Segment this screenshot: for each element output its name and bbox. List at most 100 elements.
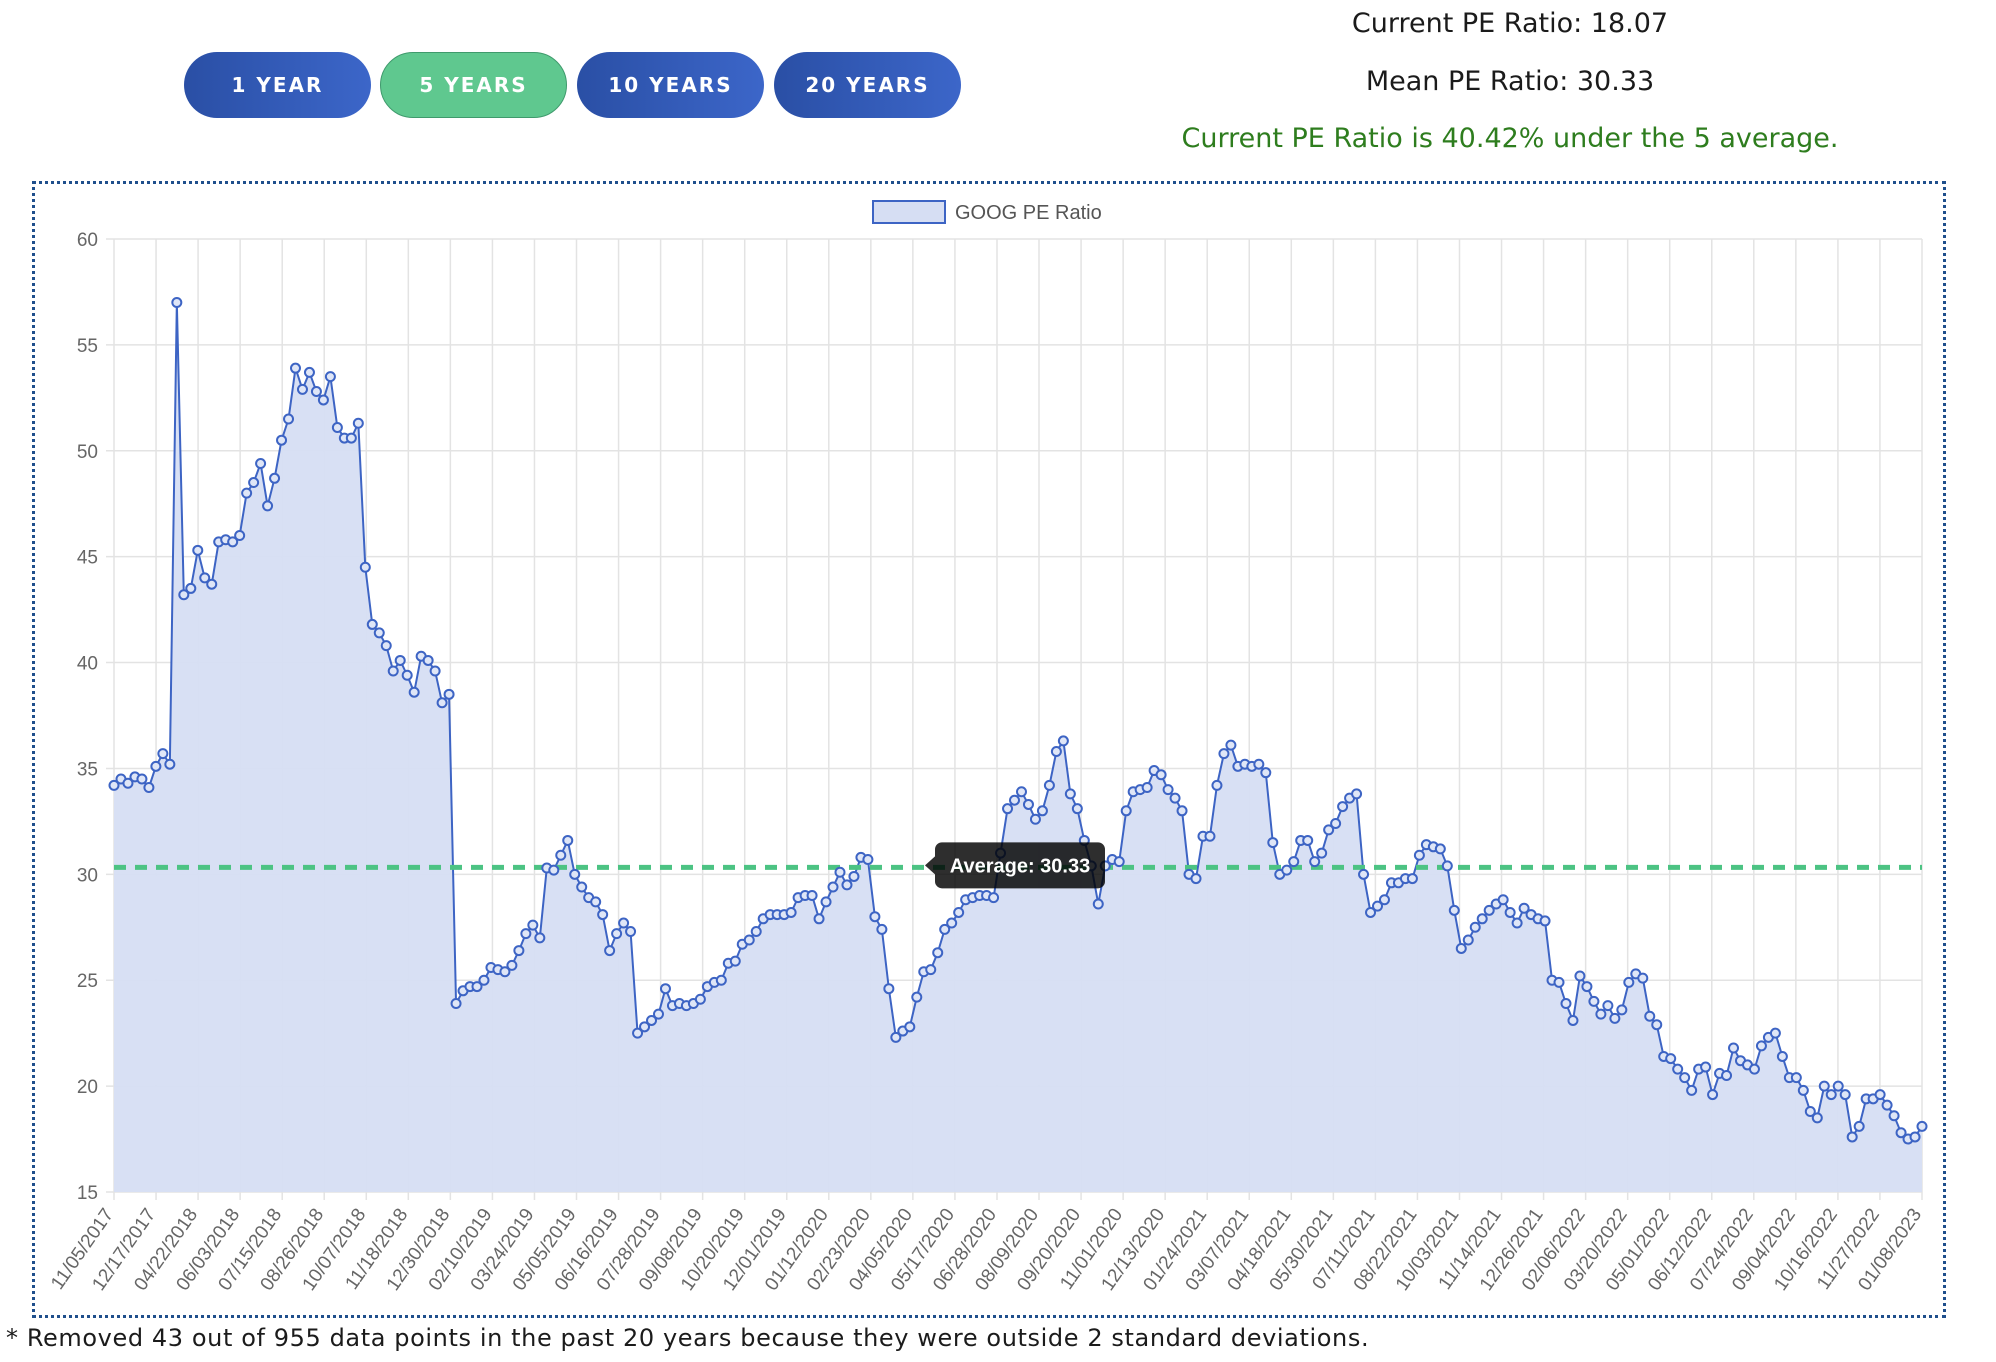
data-point[interactable]	[988, 892, 1000, 904]
data-point[interactable]	[1441, 860, 1453, 872]
data-point[interactable]	[1602, 1000, 1614, 1012]
data-point[interactable]	[597, 909, 609, 921]
data-point[interactable]	[1378, 894, 1390, 906]
data-point[interactable]	[1700, 1061, 1712, 1073]
data-point[interactable]	[303, 366, 315, 378]
data-point[interactable]	[317, 394, 329, 406]
data-point[interactable]	[1832, 1080, 1844, 1092]
data-point[interactable]	[1581, 981, 1593, 993]
data-point[interactable]	[953, 906, 965, 918]
data-point[interactable]	[276, 434, 288, 446]
data-point[interactable]	[827, 881, 839, 893]
data-point[interactable]	[1853, 1120, 1865, 1132]
data-point[interactable]	[429, 665, 441, 677]
data-point[interactable]	[743, 934, 755, 946]
data-point[interactable]	[534, 932, 546, 944]
data-point[interactable]	[1881, 1099, 1893, 1111]
data-point[interactable]	[1448, 904, 1460, 916]
data-point[interactable]	[513, 945, 525, 957]
data-point[interactable]	[1567, 1014, 1579, 1026]
data-point[interactable]	[1504, 906, 1516, 918]
data-point[interactable]	[171, 297, 183, 309]
data-point[interactable]	[401, 669, 413, 681]
data-point[interactable]	[241, 487, 253, 499]
data-point[interactable]	[1790, 1072, 1802, 1084]
data-point[interactable]	[862, 854, 874, 866]
data-point[interactable]	[296, 383, 308, 395]
data-point[interactable]	[1002, 803, 1014, 815]
data-point[interactable]	[1330, 818, 1342, 830]
data-point[interactable]	[394, 654, 406, 666]
data-point[interactable]	[310, 385, 322, 397]
data-point[interactable]	[820, 896, 832, 908]
data-point[interactable]	[1574, 970, 1586, 982]
data-point[interactable]	[1595, 1008, 1607, 1020]
data-point[interactable]	[1462, 934, 1474, 946]
range-button-5-years[interactable]: 5 YEARS	[380, 52, 567, 118]
data-point[interactable]	[652, 1008, 664, 1020]
data-point[interactable]	[1553, 976, 1565, 988]
data-point[interactable]	[1644, 1010, 1656, 1022]
data-point[interactable]	[569, 868, 581, 880]
data-point[interactable]	[813, 913, 825, 925]
data-point[interactable]	[366, 618, 378, 630]
data-point[interactable]	[1916, 1120, 1928, 1132]
data-point[interactable]	[234, 529, 246, 541]
data-point[interactable]	[1686, 1084, 1698, 1096]
data-point[interactable]	[150, 760, 162, 772]
data-point[interactable]	[576, 881, 588, 893]
data-point[interactable]	[164, 758, 176, 770]
data-point[interactable]	[380, 640, 392, 652]
data-point[interactable]	[1797, 1084, 1809, 1096]
data-point[interactable]	[520, 928, 532, 940]
data-point[interactable]	[562, 834, 574, 846]
data-point[interactable]	[1288, 856, 1300, 868]
data-point[interactable]	[659, 983, 671, 995]
data-point[interactable]	[359, 561, 371, 573]
data-point[interactable]	[1616, 1004, 1628, 1016]
data-point[interactable]	[1672, 1063, 1684, 1075]
data-point[interactable]	[1623, 976, 1635, 988]
data-point[interactable]	[1825, 1089, 1837, 1101]
data-point[interactable]	[408, 686, 420, 698]
data-point[interactable]	[331, 421, 343, 433]
data-point[interactable]	[436, 697, 448, 709]
data-point[interactable]	[785, 906, 797, 918]
data-point[interactable]	[1721, 1070, 1733, 1082]
data-point[interactable]	[1190, 873, 1202, 885]
data-point[interactable]	[185, 582, 197, 594]
data-point[interactable]	[1818, 1080, 1830, 1092]
data-point[interactable]	[1728, 1042, 1740, 1054]
data-point[interactable]	[1057, 735, 1069, 747]
data-point[interactable]	[1050, 746, 1062, 758]
data-point[interactable]	[1839, 1089, 1851, 1101]
data-point[interactable]	[1909, 1131, 1921, 1143]
data-point[interactable]	[1351, 788, 1363, 800]
data-point[interactable]	[925, 964, 937, 976]
data-point[interactable]	[1092, 898, 1104, 910]
data-point[interactable]	[1651, 1019, 1663, 1031]
data-point[interactable]	[1009, 794, 1021, 806]
data-point[interactable]	[1337, 801, 1349, 813]
data-point[interactable]	[883, 983, 895, 995]
data-point[interactable]	[206, 578, 218, 590]
data-point[interactable]	[1022, 798, 1034, 810]
data-point[interactable]	[1846, 1131, 1858, 1143]
data-point[interactable]	[373, 627, 385, 639]
data-point[interactable]	[834, 866, 846, 878]
data-point[interactable]	[345, 432, 357, 444]
pe-ratio-chart[interactable]: 1520253035404550556011/05/201712/17/2017…	[35, 184, 1943, 1315]
data-point[interactable]	[269, 472, 281, 484]
data-point[interactable]	[715, 974, 727, 986]
data-point[interactable]	[932, 947, 944, 959]
data-point[interactable]	[1015, 786, 1027, 798]
data-point[interactable]	[604, 945, 616, 957]
data-point[interactable]	[324, 371, 336, 383]
data-point[interactable]	[1755, 1040, 1767, 1052]
data-point[interactable]	[1455, 942, 1467, 954]
data-point[interactable]	[1888, 1110, 1900, 1122]
data-point[interactable]	[1511, 917, 1523, 929]
data-point[interactable]	[729, 955, 741, 967]
data-point[interactable]	[1316, 847, 1328, 859]
data-point[interactable]	[694, 993, 706, 1005]
